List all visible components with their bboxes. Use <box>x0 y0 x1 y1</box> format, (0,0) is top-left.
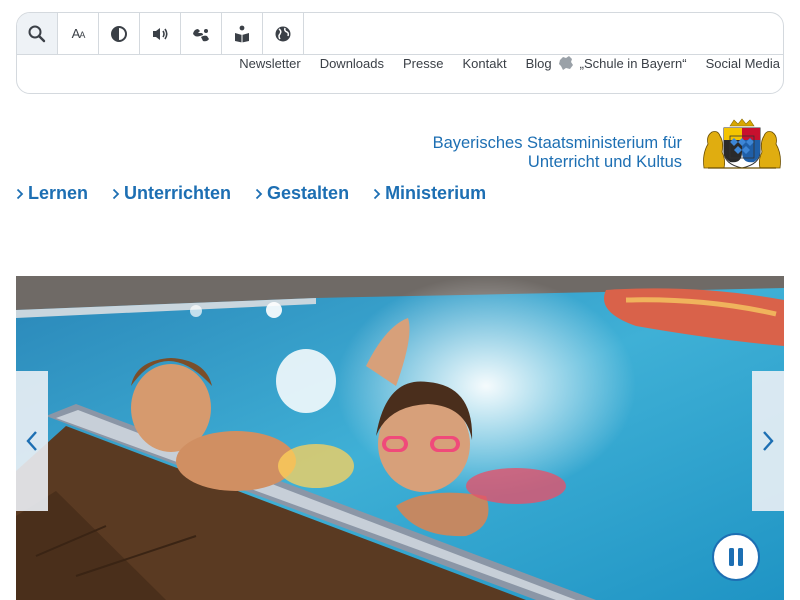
service-link-newsletter[interactable]: Newsletter <box>239 56 300 71</box>
chevron-left-icon <box>26 431 37 451</box>
main-navigation: Lernen Unterrichten Gestalten Ministeriu… <box>16 183 486 204</box>
nav-item-unterrichten[interactable]: Unterrichten <box>112 183 231 204</box>
service-link-social-media[interactable]: Social Media <box>706 56 780 71</box>
slider-pause-button[interactable] <box>712 533 760 581</box>
service-link-kontakt[interactable]: Kontakt <box>462 56 506 71</box>
nav-item-gestalten[interactable]: Gestalten <box>255 183 349 204</box>
nav-item-label: Ministerium <box>385 183 487 203</box>
slider-prev-button[interactable] <box>16 371 48 511</box>
sign-language-icon <box>193 28 209 41</box>
language-globe-icon <box>275 26 291 41</box>
chevron-right-icon <box>112 188 120 199</box>
read-aloud-icon <box>153 27 168 40</box>
hero-slider <box>16 276 784 600</box>
bavarian-coat-of-arms-logo[interactable] <box>700 118 784 170</box>
search-button[interactable] <box>17 13 58 54</box>
contrast-button[interactable] <box>99 13 140 54</box>
nav-item-label: Lernen <box>28 183 89 203</box>
search-icon <box>28 25 46 42</box>
nav-item-label: Gestalten <box>267 183 350 203</box>
ministry-title[interactable]: Bayerisches Staatsministerium für Unterr… <box>433 134 682 172</box>
nav-item-label: Unterrichten <box>124 183 232 203</box>
chevron-right-icon <box>16 188 24 199</box>
easy-language-icon <box>235 25 249 42</box>
language-button[interactable] <box>263 13 304 54</box>
chevron-right-icon <box>255 188 263 199</box>
utility-bar: AA <box>16 12 784 94</box>
read-aloud-button[interactable] <box>140 13 181 54</box>
hero-image-children-swimming-pool <box>16 276 784 600</box>
nav-item-lernen[interactable]: Lernen <box>16 183 88 204</box>
accessibility-toolbar: AA <box>17 13 304 54</box>
service-link-downloads[interactable]: Downloads <box>320 56 384 71</box>
ministry-title-line2: Unterricht und Kultus <box>527 153 682 171</box>
ministry-title-line1: Bayerisches Staatsministerium für <box>432 134 682 152</box>
bavaria-map-icon <box>558 56 573 70</box>
slider-next-button[interactable] <box>752 371 784 511</box>
font-size-button[interactable]: AA <box>58 13 99 54</box>
easy-language-button[interactable] <box>222 13 263 54</box>
contrast-icon <box>111 25 127 42</box>
service-link-presse[interactable]: Presse <box>403 56 443 71</box>
blog-label: Blog <box>525 55 552 71</box>
chevron-right-icon <box>373 188 381 199</box>
chevron-right-icon <box>763 431 774 451</box>
blog-name: „Schule in Bayern“ <box>579 55 687 71</box>
nav-item-ministerium[interactable]: Ministerium <box>373 183 486 204</box>
service-link-blog[interactable]: Blog „Schule in Bayern“ <box>526 54 687 72</box>
pause-icon <box>729 548 743 566</box>
service-nav: Newsletter Downloads Presse Kontakt Blog… <box>239 54 780 72</box>
font-size-icon: AA <box>71 26 86 41</box>
sign-language-button[interactable] <box>181 13 222 54</box>
